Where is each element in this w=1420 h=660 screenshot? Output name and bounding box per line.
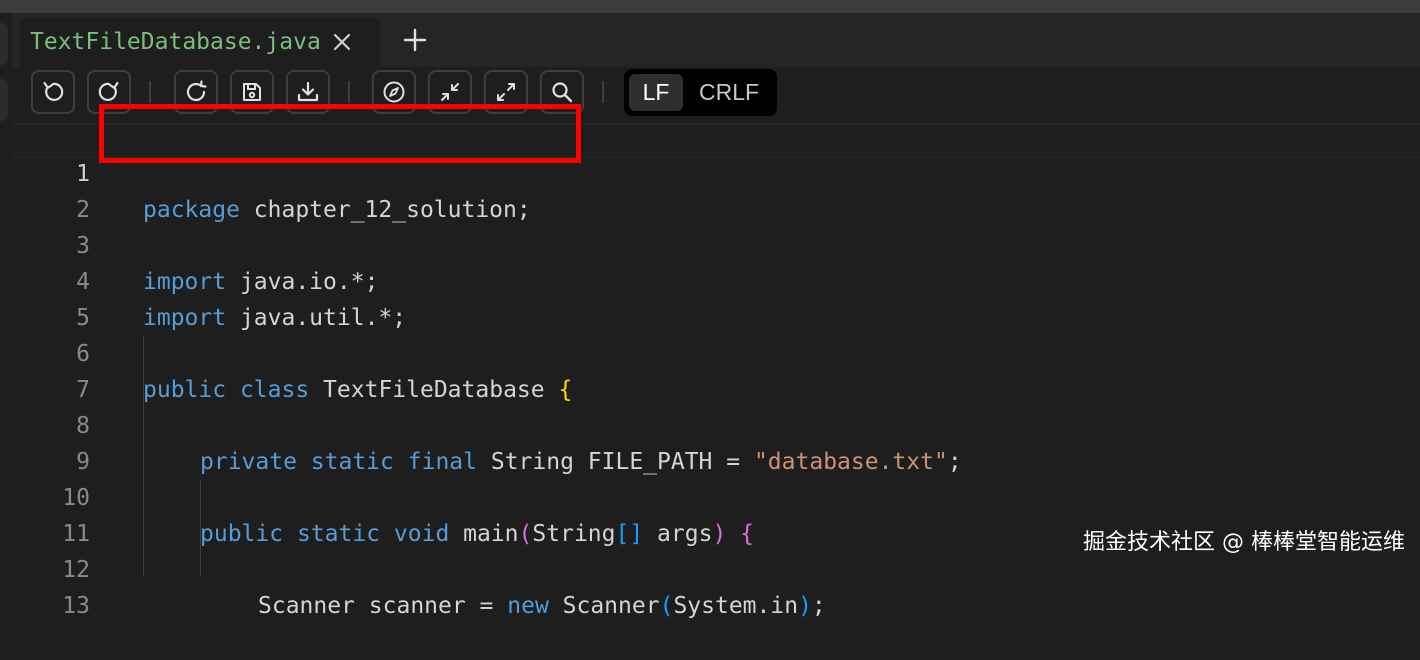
method-name: main <box>449 521 519 547</box>
code-line: 10 public static void main(String[] args… <box>0 444 754 547</box>
new-tab-button[interactable] <box>400 25 430 55</box>
keyword: class <box>239 377 310 403</box>
line-ending-toggle: LF CRLF <box>624 69 777 116</box>
keyword: final <box>407 449 477 475</box>
keyword: static <box>296 521 381 547</box>
code-line: 11 <box>0 480 90 547</box>
left-panel-stub <box>0 79 8 121</box>
code-text: ; <box>947 449 962 475</box>
bracket: ) <box>798 593 812 619</box>
redo-icon <box>98 81 119 101</box>
left-panel-stub <box>0 23 8 65</box>
keyword: private <box>200 449 297 475</box>
bracket: [] <box>615 521 644 547</box>
watermark: 掘金技术社区 @ 棒棒堂智能运维 <box>1083 530 1405 555</box>
keyword: void <box>393 521 450 547</box>
keyword: public <box>143 377 227 403</box>
code-text: chapter_12_solution; <box>239 197 531 223</box>
code-line: 6 public class TextFileDatabase { <box>0 300 572 403</box>
close-icon[interactable] <box>331 31 353 53</box>
keyword: new <box>507 593 549 619</box>
string-literal: "database.txt" <box>753 449 948 475</box>
code-line: 3 import java.io.*; <box>0 192 378 295</box>
toolbar-separator <box>149 81 151 103</box>
save-icon <box>243 83 261 101</box>
keyword: import <box>143 269 227 295</box>
code-line: 1 package chapter_12_solution; <box>0 120 531 223</box>
code-line: 13 <box>0 552 90 619</box>
undo-icon <box>43 81 64 101</box>
code-line: 5 <box>0 264 90 331</box>
code-text: java.io.*; <box>226 269 379 295</box>
code-text: Scanner <box>548 593 660 619</box>
bracket: ( <box>659 593 674 619</box>
tab-bar: TextFileDatabase.java <box>12 13 1420 67</box>
compass-icon <box>383 81 405 103</box>
toolbar-separator <box>602 81 604 103</box>
code-text: java.util.*; <box>226 305 407 331</box>
code-text: Scanner scanner = <box>258 593 508 619</box>
code-line: 9 <box>0 408 90 475</box>
tab-textfiledatabase[interactable]: TextFileDatabase.java <box>20 17 380 67</box>
undo-button[interactable] <box>31 70 75 114</box>
code-text: String FILE_PATH = <box>477 449 754 475</box>
code-line: 8 private static final String FILE_PATH … <box>0 372 962 475</box>
bracket: { <box>558 377 573 403</box>
code-line: 2 <box>0 156 90 223</box>
tab-title: TextFileDatabase.java <box>30 29 321 55</box>
plus-icon <box>403 28 427 52</box>
bracket: ) <box>712 521 727 547</box>
code-text: args <box>643 521 713 547</box>
keyword: package <box>143 197 240 223</box>
bracket: ( <box>518 521 533 547</box>
code-editor[interactable] <box>12 122 1420 576</box>
keyword: import <box>143 305 227 331</box>
download-icon <box>297 81 319 102</box>
line-ending-crlf[interactable]: CRLF <box>686 74 772 111</box>
collapse-icon <box>441 83 459 101</box>
search-icon <box>552 82 573 103</box>
code-text: String <box>532 521 616 547</box>
line-ending-lf[interactable]: LF <box>629 74 683 111</box>
refresh-icon <box>186 80 207 102</box>
window-top-strip <box>0 0 1420 13</box>
keyword: static <box>310 449 394 475</box>
line-number: 13 <box>62 593 90 619</box>
bracket: { <box>740 521 755 547</box>
toolbar-separator <box>348 81 350 103</box>
class-name: TextFileDatabase <box>309 377 559 403</box>
keyword: public <box>200 521 284 547</box>
code-text: System.in <box>673 593 799 619</box>
code-text: ; <box>811 593 826 619</box>
code-line: 7 <box>0 336 90 403</box>
code-line: 12 Scanner scanner = new Scanner(System.… <box>0 516 825 619</box>
highlight-annotation-box <box>99 104 581 163</box>
code-line: 4 import java.util.*; <box>0 228 406 331</box>
expand-icon <box>497 83 515 101</box>
